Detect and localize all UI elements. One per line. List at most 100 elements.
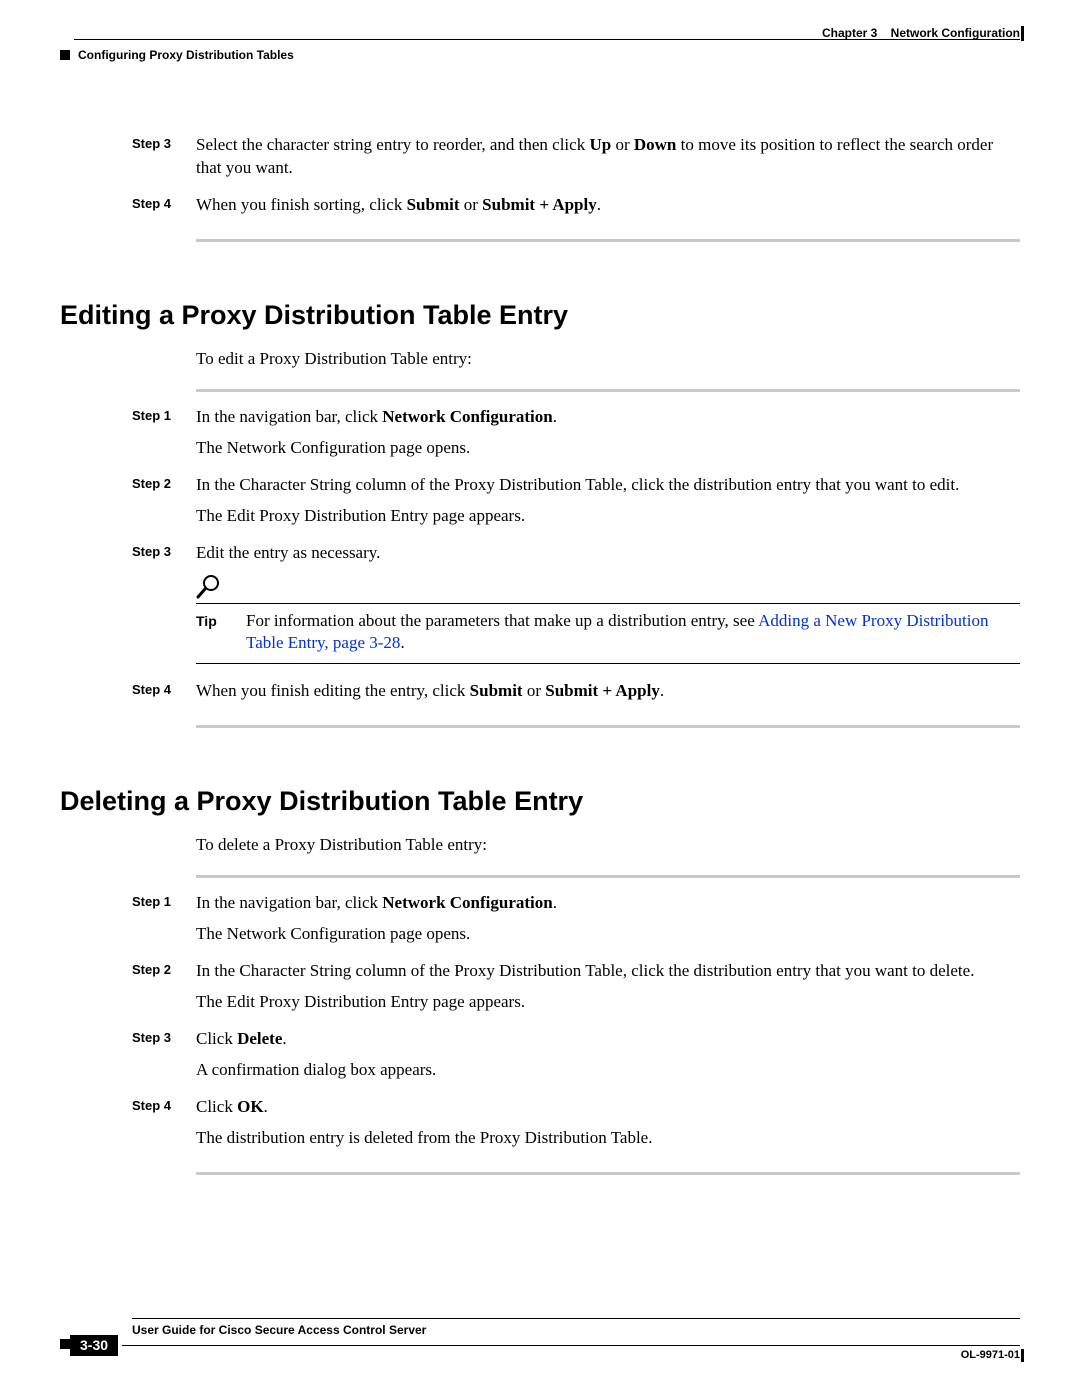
footer-doc-id: OL-9971-01: [961, 1349, 1020, 1361]
step-body: In the navigation bar, click Network Con…: [196, 406, 1020, 468]
step-row: Step 4 When you finish editing the entry…: [132, 680, 1020, 711]
text: In the Character String column of the Pr…: [196, 474, 1020, 497]
footer-rule: [132, 1318, 1020, 1319]
bold-text: OK: [237, 1097, 263, 1116]
text: .: [597, 195, 601, 214]
step-row: Step 3 Select the character string entry…: [132, 134, 1020, 188]
bold-text: Up: [589, 135, 611, 154]
section-intro: To delete a Proxy Distribution Table ent…: [196, 835, 1020, 855]
chapter-title: Network Configuration: [891, 26, 1020, 40]
step-label: Step 3: [132, 542, 196, 559]
step-row: Step 4 When you finish sorting, click Su…: [132, 194, 1020, 225]
tip-label: Tip: [196, 610, 246, 631]
step-label: Step 4: [132, 194, 196, 211]
step-row: Step 1 In the navigation bar, click Netw…: [132, 892, 1020, 954]
bold-text: Network Configuration: [382, 893, 552, 912]
text: For information about the parameters tha…: [246, 611, 758, 630]
text: .: [553, 893, 557, 912]
section-heading-delete: Deleting a Proxy Distribution Table Entr…: [60, 786, 1020, 817]
step-body: Click Delete. A confirmation dialog box …: [196, 1028, 1020, 1090]
page-footer: User Guide for Cisco Secure Access Contr…: [60, 1318, 1020, 1363]
text: In the navigation bar, click: [196, 893, 382, 912]
step-body: In the Character String column of the Pr…: [196, 960, 1020, 1022]
text: Click: [196, 1029, 237, 1048]
text: or: [523, 681, 546, 700]
step-label: Step 4: [132, 680, 196, 697]
bold-text: Delete: [237, 1029, 282, 1048]
page-content: Step 3 Select the character string entry…: [60, 134, 1020, 1175]
step-body: When you finish editing the entry, click…: [196, 680, 1020, 711]
bold-text: Submit: [470, 681, 523, 700]
text: When you finish sorting, click: [196, 195, 407, 214]
tip-rule: [196, 663, 1020, 664]
step-body: Select the character string entry to reo…: [196, 134, 1020, 188]
step-body: When you finish sorting, click Submit or…: [196, 194, 1020, 225]
section-heading-edit: Editing a Proxy Distribution Table Entry: [60, 300, 1020, 331]
text: When you finish editing the entry, click: [196, 681, 470, 700]
step-row: Step 2 In the Character String column of…: [132, 960, 1020, 1022]
tip-block: Tip For information about the parameters…: [196, 573, 1020, 665]
step-row: Step 4 Click OK. The distribution entry …: [132, 1096, 1020, 1158]
step-label: Step 2: [132, 960, 196, 977]
text: .: [282, 1029, 286, 1048]
footer-rule: [122, 1345, 1020, 1346]
step-label: Step 2: [132, 474, 196, 491]
tip-text: For information about the parameters tha…: [246, 610, 1020, 656]
text: Edit the entry as necessary.: [196, 542, 1020, 565]
page-number: 3-30: [70, 1335, 118, 1356]
footer-square-icon: [60, 1339, 70, 1349]
footer-end-bar: [1021, 1349, 1024, 1362]
text: .: [553, 407, 557, 426]
step-body: In the Character String column of the Pr…: [196, 474, 1020, 536]
text: or: [460, 195, 483, 214]
bold-text: Down: [634, 135, 677, 154]
delete-steps: Step 1 In the navigation bar, click Netw…: [132, 892, 1020, 1158]
text: The Network Configuration page opens.: [196, 923, 1020, 946]
tip-rule: [196, 603, 1020, 604]
text: In the navigation bar, click: [196, 407, 382, 426]
section-intro: To edit a Proxy Distribution Table entry…: [196, 349, 1020, 369]
text: Select the character string entry to reo…: [196, 135, 589, 154]
text: or: [611, 135, 634, 154]
text: A confirmation dialog box appears.: [196, 1059, 1020, 1082]
section-divider: [196, 725, 1020, 728]
header-square-icon: [60, 50, 70, 60]
step-label: Step 3: [132, 134, 196, 151]
footer-guide-title: User Guide for Cisco Secure Access Contr…: [132, 1323, 1020, 1337]
section-divider: [196, 875, 1020, 878]
step-label: Step 1: [132, 406, 196, 423]
step-label: Step 1: [132, 892, 196, 909]
header-end-bar: [1021, 26, 1024, 41]
text: Click: [196, 1097, 237, 1116]
step-label: Step 3: [132, 1028, 196, 1045]
text: In the Character String column of the Pr…: [196, 960, 1020, 983]
page-header: Chapter 3 Network Configuration Configur…: [60, 30, 1020, 64]
text: The Edit Proxy Distribution Entry page a…: [196, 991, 1020, 1014]
text: .: [660, 681, 664, 700]
step-label: Step 4: [132, 1096, 196, 1113]
header-chapter: Chapter 3 Network Configuration: [822, 26, 1020, 40]
step-row: Step 1 In the navigation bar, click Netw…: [132, 406, 1020, 468]
step-body: Edit the entry as necessary.: [196, 542, 1020, 671]
text: .: [264, 1097, 268, 1116]
step-row: Step 3 Edit the entry as necessary.: [132, 542, 1020, 671]
bold-text: Submit + Apply: [482, 195, 597, 214]
step-body: Click OK. The distribution entry is dele…: [196, 1096, 1020, 1158]
bold-text: Submit + Apply: [545, 681, 660, 700]
step-body: In the navigation bar, click Network Con…: [196, 892, 1020, 954]
text: The Edit Proxy Distribution Entry page a…: [196, 505, 1020, 528]
text: The Network Configuration page opens.: [196, 437, 1020, 460]
section-divider: [196, 1172, 1020, 1175]
text: The distribution entry is deleted from t…: [196, 1127, 1020, 1150]
bold-text: Network Configuration: [382, 407, 552, 426]
section-divider: [196, 239, 1020, 242]
section-divider: [196, 389, 1020, 392]
header-section-title: Configuring Proxy Distribution Tables: [78, 48, 294, 62]
text: .: [400, 633, 404, 652]
step-row: Step 2 In the Character String column of…: [132, 474, 1020, 536]
magnifier-icon: [196, 573, 222, 599]
edit-steps: Step 1 In the navigation bar, click Netw…: [132, 406, 1020, 712]
bold-text: Submit: [407, 195, 460, 214]
header-rule: [74, 39, 1020, 40]
step-row: Step 3 Click Delete. A confirmation dial…: [132, 1028, 1020, 1090]
